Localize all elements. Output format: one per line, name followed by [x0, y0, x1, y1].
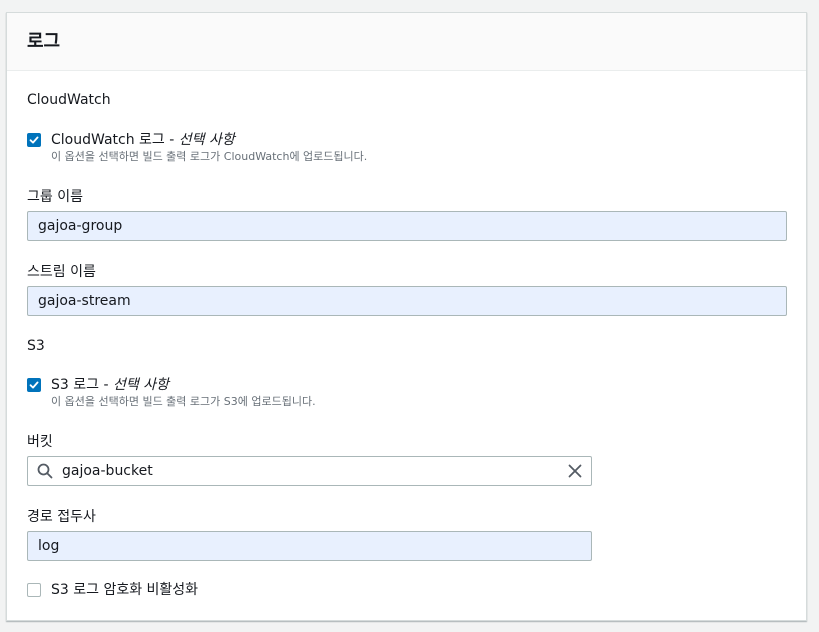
- s3-logs-option[interactable]: S3 로그 - 선택 사항 이 옵션을 선택하면 빌드 출력 로그가 S3에 업…: [27, 377, 316, 409]
- disable-encryption-checkbox[interactable]: [27, 583, 41, 597]
- cloudwatch-logs-label-text: CloudWatch 로그 -: [51, 132, 179, 148]
- disable-encryption-option[interactable]: S3 로그 암호화 비활성화: [27, 582, 198, 599]
- s3-logs-checkbox[interactable]: [27, 378, 41, 392]
- cloudwatch-logs-text: CloudWatch 로그 - 선택 사항 이 옵션을 선택하면 빌드 출력 로…: [51, 132, 367, 164]
- disable-encryption-label: S3 로그 암호화 비활성화: [51, 582, 199, 598]
- path-prefix-value: log: [38, 538, 60, 554]
- group-name-value: gajoa-group: [38, 218, 123, 234]
- s3-logs-text: S3 로그 - 선택 사항 이 옵션을 선택하면 빌드 출력 로그가 S3에 업…: [51, 377, 316, 409]
- stream-name-input[interactable]: gajoa-stream: [27, 286, 787, 316]
- logs-panel: 로그: [6, 12, 807, 621]
- cloudwatch-logs-description: 이 옵션을 선택하면 빌드 출력 로그가 CloudWatch에 업로드됩니다.: [51, 150, 368, 163]
- group-name-input[interactable]: gajoa-group: [27, 211, 787, 241]
- panel-title: 로그: [27, 30, 61, 52]
- cloudwatch-logs-label: CloudWatch 로그 - 선택 사항: [51, 132, 367, 149]
- cloudwatch-logs-option[interactable]: CloudWatch 로그 - 선택 사항 이 옵션을 선택하면 빌드 출력 로…: [27, 132, 367, 164]
- search-icon: [36, 462, 54, 480]
- s3-logs-optional: 선택 사항: [112, 377, 169, 393]
- s3-logs-description: 이 옵션을 선택하면 빌드 출력 로그가 S3에 업로드됩니다.: [51, 395, 316, 408]
- checkmark-icon: [29, 381, 39, 389]
- group-name-label: 그룹 이름: [27, 189, 83, 205]
- cloudwatch-section-label: CloudWatch: [27, 92, 111, 108]
- panel-header: 로그: [7, 13, 806, 71]
- path-prefix-input[interactable]: log: [27, 531, 592, 561]
- s3-logs-label: S3 로그 - 선택 사항: [51, 377, 316, 394]
- stream-name-label: 스트림 이름: [27, 264, 96, 280]
- close-icon[interactable]: [567, 463, 583, 479]
- s3-logs-label-text: S3 로그 -: [51, 377, 113, 393]
- s3-section-label: S3: [27, 338, 45, 354]
- bucket-value: gajoa-bucket: [62, 463, 153, 479]
- bucket-search-input[interactable]: gajoa-bucket: [27, 456, 592, 486]
- bucket-label: 버킷: [27, 434, 53, 450]
- path-prefix-label: 경로 접두사: [27, 509, 96, 525]
- stream-name-value: gajoa-stream: [38, 293, 131, 309]
- cloudwatch-logs-checkbox[interactable]: [27, 133, 41, 147]
- cloudwatch-logs-optional: 선택 사항: [178, 132, 235, 148]
- checkmark-icon: [29, 136, 39, 144]
